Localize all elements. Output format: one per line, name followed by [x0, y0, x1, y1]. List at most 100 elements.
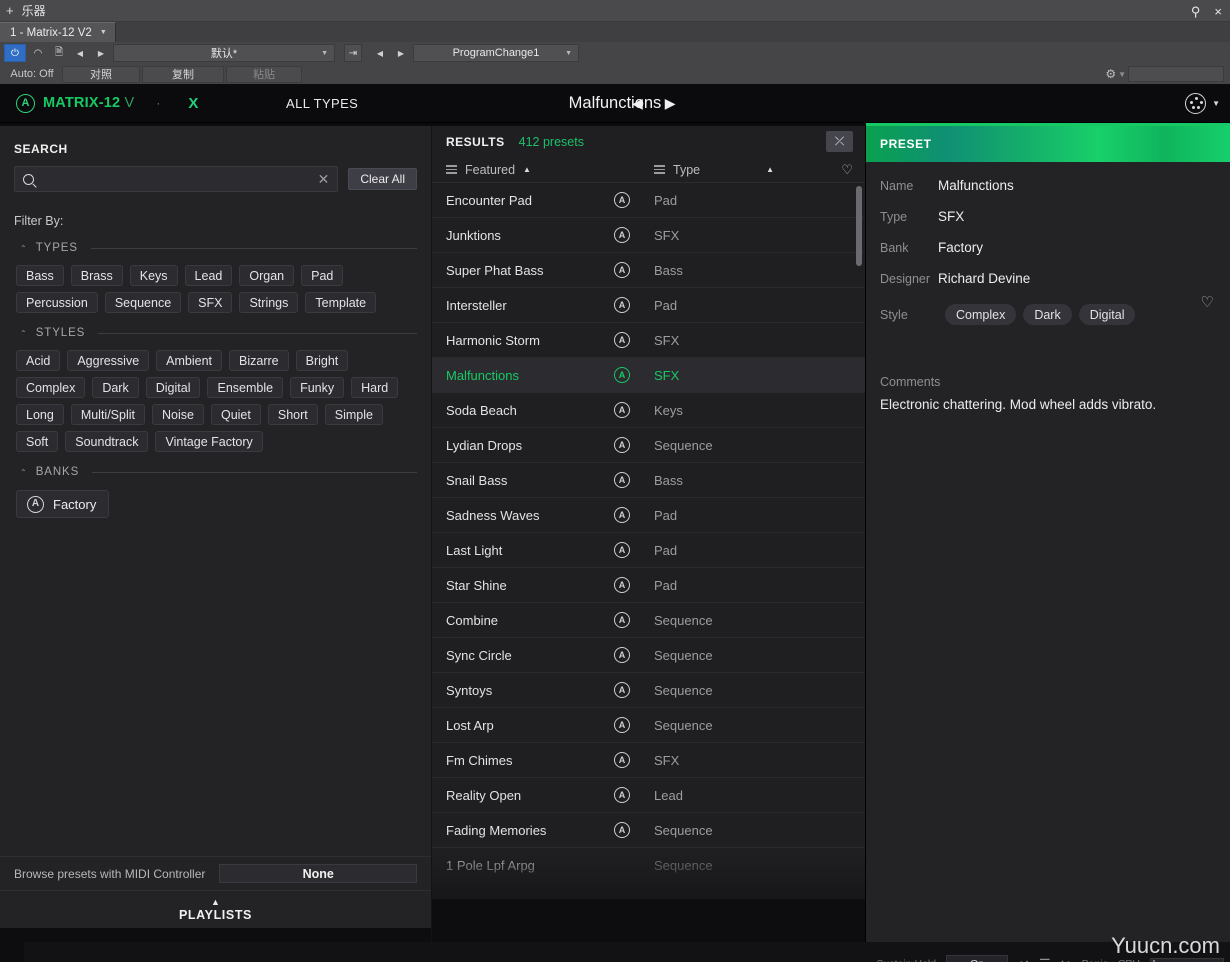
midi-controller-value[interactable]: None [219, 864, 417, 883]
table-row[interactable]: Encounter Pad A Pad [432, 183, 865, 218]
style-chip[interactable]: Dark [1023, 304, 1072, 325]
preset-prev-button[interactable]: ◀ [71, 44, 89, 62]
search.styles-tag[interactable]: Ambient [156, 350, 223, 371]
redo-icon[interactable]: ↪ [1061, 957, 1072, 962]
close-icon[interactable]: × [1214, 5, 1222, 18]
table-row[interactable]: Sync Circle A Sequence [432, 638, 865, 673]
search.styles-tag[interactable]: Funky [290, 377, 345, 398]
table-row[interactable]: Soda Beach A Keys [432, 393, 865, 428]
style-chip[interactable]: Digital [1078, 304, 1136, 325]
search.styles-tag[interactable]: Long [16, 404, 64, 425]
table-row[interactable]: Malfunctions A SFX [432, 358, 865, 393]
sort-asc-icon[interactable]: ▲ [766, 165, 774, 174]
bank-chip[interactable]: A Factory [16, 490, 110, 518]
search.styles-tag[interactable]: Ensemble [207, 377, 284, 398]
chevron-down-icon[interactable]: ▼ [1118, 70, 1126, 79]
table-row[interactable]: Combine A Sequence [432, 603, 865, 638]
search.types-tag[interactable]: Lead [184, 265, 233, 286]
host-tab-matrix12[interactable]: 1 - Matrix-12 V2 ▼ [0, 22, 116, 42]
search.styles-tag[interactable]: Aggressive [67, 350, 150, 371]
search.types-tag[interactable]: Sequence [104, 292, 182, 313]
chevron-down-icon[interactable]: ▼ [100, 29, 107, 36]
search.types-tag[interactable]: Percussion [16, 292, 98, 313]
search.styles-tag[interactable]: Digital [145, 377, 201, 398]
preset-next-icon[interactable]: ▶ [665, 96, 676, 110]
search.styles-tag[interactable]: Acid [16, 350, 61, 371]
search.styles-tag[interactable]: Bright [295, 350, 349, 371]
sustain-hold-value[interactable]: On [946, 955, 1009, 962]
types-group-header[interactable]: ⌃ TYPES [0, 228, 431, 254]
program-change-dropdown[interactable]: ProgramChange1 ▼ [413, 44, 579, 62]
search.styles-tag[interactable]: Noise [152, 404, 204, 425]
results-list[interactable]: Encounter Pad A Pad Junktions A SFX Super Phat… [432, 183, 865, 899]
add-icon[interactable]: + [6, 4, 14, 17]
styles-group-header[interactable]: ⌃ STYLES [0, 313, 431, 339]
search-input[interactable] [42, 172, 310, 186]
document-icon[interactable]: 🗎 [50, 44, 68, 62]
panic-label[interactable]: Panic [1082, 958, 1108, 962]
history-menu-icon[interactable]: ☰ [1039, 957, 1051, 962]
table-row[interactable]: Snail Bass A Bass [432, 463, 865, 498]
table-row[interactable]: Last Light A Pad [432, 533, 865, 568]
shuffle-icon[interactable]: ⤫ [826, 131, 853, 152]
search-box[interactable]: ✕ [14, 166, 339, 192]
host-preset-dropdown[interactable]: 默认* ▼ [113, 44, 335, 62]
search.styles-tag[interactable]: Quiet [210, 404, 261, 425]
search.types-tag[interactable]: Bass [16, 265, 64, 286]
snapshot-icon[interactable]: ⇥ [344, 44, 362, 62]
power-icon[interactable]: ⏻ [4, 44, 26, 62]
favorite-icon[interactable]: ♡ [1201, 293, 1214, 311]
host-toolbar-slot[interactable] [1128, 66, 1224, 82]
sort-asc-icon[interactable]: ▲ [523, 165, 531, 174]
copy-button[interactable]: 复制 [142, 65, 224, 83]
results-scrollbar[interactable] [856, 186, 862, 266]
table-row[interactable]: Harmonic Storm A SFX [432, 323, 865, 358]
preset-prev-icon[interactable]: ◀ [632, 96, 643, 110]
banks-group-header[interactable]: ⌃ BANKS [0, 452, 431, 478]
preset-next-button[interactable]: ▶ [92, 44, 110, 62]
search.styles-tag[interactable]: Multi/Split [70, 404, 145, 425]
table-row[interactable]: Super Phat Bass A Bass [432, 253, 865, 288]
table-row[interactable]: Reality Open A Lead [432, 778, 865, 813]
table-row[interactable]: Star Shine A Pad [432, 568, 865, 603]
search.styles-tag[interactable]: Soft [16, 431, 59, 452]
table-row[interactable]: Lydian Drops A Sequence [432, 428, 865, 463]
search.types-tag[interactable]: Organ [239, 265, 295, 286]
favorites-filter-icon[interactable]: ♡ [841, 162, 853, 178]
clear-all-button[interactable]: Clear All [348, 168, 417, 190]
preset-type-value[interactable]: SFX [938, 209, 964, 224]
search.styles-tag[interactable]: Bizarre [229, 350, 289, 371]
search.types-tag[interactable]: Pad [301, 265, 344, 286]
gear-icon[interactable]: ⚙ [1105, 67, 1116, 81]
search.styles-tag[interactable]: Complex [16, 377, 86, 398]
table-row[interactable]: Fm Chimes A SFX [432, 743, 865, 778]
curve-icon[interactable]: ◠ [29, 44, 47, 62]
style-chip[interactable]: Complex [945, 304, 1017, 325]
search.styles-tag[interactable]: Vintage Factory [155, 431, 263, 452]
column-type[interactable]: Type ▲ [654, 163, 841, 177]
program-prev-button[interactable]: ◀ [371, 44, 389, 62]
playlists-bar[interactable]: ▲ PLAYLISTS [0, 890, 431, 928]
search.styles-tag[interactable]: Simple [324, 404, 383, 425]
clear-search-icon[interactable]: ✕ [318, 172, 330, 186]
preset-bank-value[interactable]: Factory [938, 240, 983, 255]
comments-value[interactable]: Electronic chattering. Mod wheel adds vi… [866, 397, 1230, 412]
table-row[interactable]: Intersteller A Pad [432, 288, 865, 323]
search.styles-tag[interactable]: Hard [351, 377, 399, 398]
search.types-tag[interactable]: Keys [129, 265, 178, 286]
compare-button[interactable]: 对照 [62, 65, 140, 83]
table-row[interactable]: Syntoys A Sequence [432, 673, 865, 708]
search.styles-tag[interactable]: Soundtrack [65, 431, 149, 452]
search.types-tag[interactable]: Brass [70, 265, 123, 286]
search.types-tag[interactable]: SFX [188, 292, 233, 313]
undo-icon[interactable]: ↩ [1018, 957, 1029, 962]
search.styles-tag[interactable]: Dark [92, 377, 139, 398]
pin-icon[interactable]: ⚲ [1191, 5, 1201, 18]
preset-name-value[interactable]: Malfunctions [938, 178, 1014, 193]
table-row[interactable]: Junktions A SFX [432, 218, 865, 253]
table-row[interactable]: Lost Arp A Sequence [432, 708, 865, 743]
paste-button[interactable]: 粘贴 [226, 65, 302, 83]
column-featured[interactable]: Featured ▲ [446, 163, 654, 177]
search.types-tag[interactable]: Strings [239, 292, 299, 313]
search.styles-tag[interactable]: Short [267, 404, 318, 425]
